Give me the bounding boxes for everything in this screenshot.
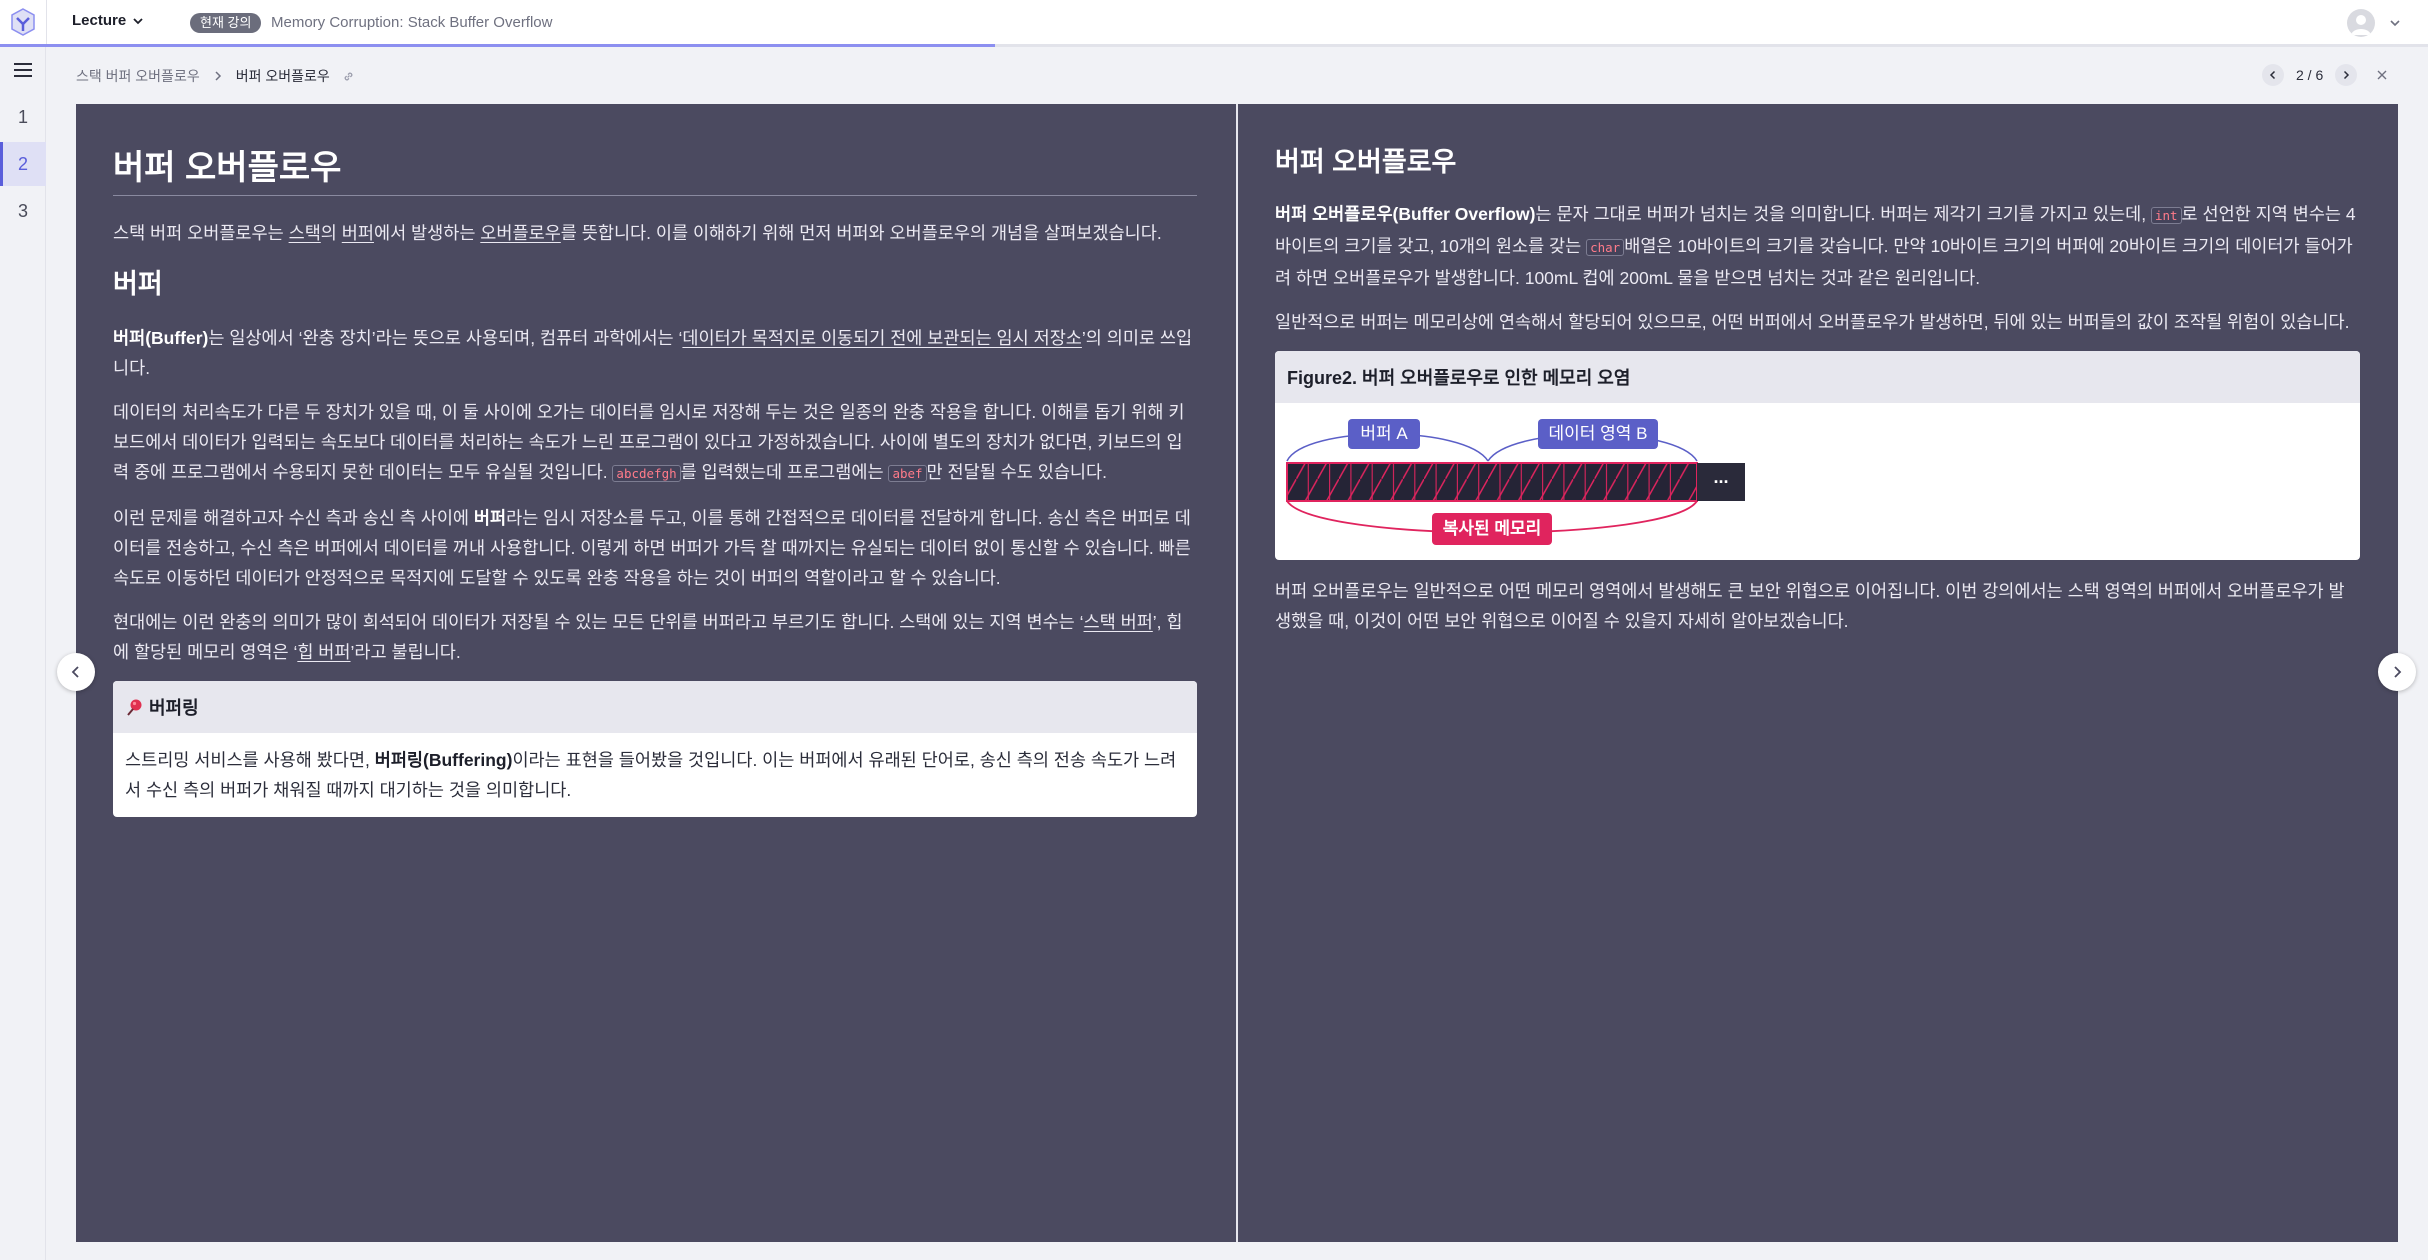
memory-cells — [1287, 463, 1697, 501]
slide-pager: 2 / 6 — [2262, 64, 2389, 86]
underlined-definition: 데이터가 목적지로 이동되기 전에 보관되는 임시 저장소 — [682, 328, 1082, 348]
rail-page-3[interactable]: 3 — [0, 189, 46, 233]
label-copied-memory: 복사된 메모리 — [1442, 519, 1542, 538]
slide-right-column: 버퍼 오버플로우 버퍼 오버플로우(Buffer Overflow)는 문자 그… — [1275, 140, 2360, 650]
text-run: 에서 발생하는 — [373, 223, 481, 243]
chevron-left-icon — [71, 666, 79, 678]
right-section-title: 버퍼 오버플로우 — [1275, 147, 1457, 177]
intro-paragraph: 스택 버퍼 오버플로우는 스택의 버퍼에서 발생하는 오버플로우를 뜻합니다. … — [113, 218, 1197, 248]
overflow-threat-paragraph: 버퍼 오버플로우는 일반적으로 어떤 메모리 영역에서 발생해도 큰 보안 위협… — [1275, 581, 2345, 631]
callout-header: 버퍼링 — [113, 681, 1197, 733]
page-indicator: 2 / 6 — [2296, 67, 2324, 83]
top-bar: Lecture 현재 강의 Memory Corruption: Stack B… — [0, 0, 2428, 47]
chevron-right-icon — [2394, 666, 2402, 678]
term-buffer: 버퍼 — [341, 223, 374, 243]
lecture-progress-fill — [0, 44, 996, 47]
section-title-buffer: 버퍼 — [113, 269, 163, 299]
buffer-role-paragraph: 이런 문제를 해결하고자 수신 측과 송신 측 사이에 버퍼라는 임시 저장소를… — [113, 503, 1197, 593]
prev-slide-button[interactable] — [57, 653, 95, 691]
breadcrumb-parent[interactable]: 스택 버퍼 오버플로우 — [76, 66, 200, 86]
text-run: 는 문자 그대로 버퍼가 넘치는 것을 의미합니다. 버퍼는 제각기 크기를 가… — [1535, 204, 2151, 224]
lecture-dropdown[interactable]: Lecture — [72, 12, 144, 29]
term-heap-buffer: 힙 버퍼 — [297, 642, 351, 662]
text-run: 이런 문제를 해결하고자 수신 측과 송신 측 사이에 — [113, 508, 474, 528]
bold-term: 버퍼 — [473, 508, 507, 528]
chevron-left-icon — [2269, 70, 2276, 80]
breadcrumb: 스택 버퍼 오버플로우 버퍼 오버플로우 — [76, 66, 355, 86]
figure-title: Figure2. 버퍼 오버플로우로 인한 메모리 오염 — [1275, 351, 2360, 403]
breadcrumb-current: 버퍼 오버플로우 — [235, 68, 330, 84]
rail-page-1[interactable]: 1 — [0, 95, 46, 139]
bold-term: 버퍼(Buffer) — [113, 328, 209, 348]
current-lecture-badge: 현재 강의 — [190, 13, 262, 33]
course-title: Memory Corruption: Stack Buffer Overflow — [271, 14, 553, 31]
text-run: 는 일상에서 ‘완충 장치’라는 뜻으로 사용되며, 컴퓨터 과학에서는 ‘ — [208, 328, 683, 348]
lecture-dropdown-label: Lecture — [72, 12, 127, 29]
buffer-modern-paragraph: 현대에는 이런 완충의 의미가 많이 희석되어 데이터가 저장될 수 있는 모든… — [113, 607, 1197, 667]
inline-code: char — [1586, 239, 1625, 256]
next-slide-button[interactable] — [2378, 653, 2416, 691]
text-run: ’라고 불립니다. — [350, 642, 461, 662]
overflow-definition-paragraph: 버퍼 오버플로우(Buffer Overflow)는 문자 그대로 버퍼가 넘치… — [1275, 199, 2360, 293]
prev-page-button[interactable] — [2262, 64, 2284, 86]
dreamhack-logo-icon[interactable] — [10, 7, 36, 37]
rail-page-2[interactable]: 2 — [0, 142, 46, 186]
topbar-divider — [46, 0, 47, 46]
buffer-definition-paragraph: 버퍼(Buffer)는 일상에서 ‘완충 장치’라는 뜻으로 사용되며, 컴퓨터… — [113, 323, 1197, 383]
chevron-down-icon[interactable] — [2389, 17, 2401, 29]
hamburger-menu-icon[interactable] — [13, 62, 33, 78]
bold-term: 버퍼링(Buffering) — [374, 750, 513, 770]
bold-term: 버퍼 오버플로우(Buffer Overflow) — [1275, 204, 1536, 224]
slide-column-divider — [1236, 104, 1238, 1242]
figure-body: 버퍼 A 데이터 영역 B 복사된 메모리 ··· — [1275, 403, 2360, 560]
link-icon[interactable] — [342, 70, 355, 83]
inline-code: abef — [888, 465, 927, 482]
chevron-down-icon — [133, 17, 143, 24]
chevron-right-icon — [215, 71, 221, 81]
term-stack-buffer: 스택 버퍼 — [1083, 612, 1153, 632]
lecture-slide: 버퍼 오버플로우 스택 버퍼 오버플로우는 스택의 버퍼에서 발생하는 오버플로… — [76, 104, 2398, 1242]
pin-icon — [127, 699, 142, 716]
slide-title: 버퍼 오버플로우 — [113, 140, 1197, 196]
buffering-callout: 버퍼링 스트리밍 서비스를 사용해 봤다면, 버퍼링(Buffering)이라는… — [113, 681, 1197, 817]
memory-ellipsis: ··· — [1713, 472, 1730, 492]
figure-memory-corruption: Figure2. 버퍼 오버플로우로 인한 메모리 오염 버퍼 A 데이터 영역… — [1275, 351, 2360, 560]
text-run: 만 전달될 수도 있습니다. — [926, 462, 1107, 482]
callout-body: 스트리밍 서비스를 사용해 봤다면, 버퍼링(Buffering)이라는 표현을… — [113, 733, 1197, 817]
slide-left-column: 버퍼 오버플로우 스택 버퍼 오버플로우는 스택의 버퍼에서 발생하는 오버플로… — [113, 140, 1197, 817]
inline-code: abcdefgh — [612, 465, 681, 482]
next-page-button[interactable] — [2335, 64, 2358, 86]
avatar[interactable] — [2347, 9, 2375, 37]
label-data-b: 데이터 영역 B — [1548, 424, 1648, 443]
label-buffer-a: 버퍼 A — [1360, 424, 1408, 443]
page-rail: 1 2 3 — [0, 47, 46, 1260]
lecture-progress-bar — [0, 44, 2428, 47]
text-run: 의 — [320, 223, 342, 243]
text-run: 현대에는 이런 완충의 의미가 많이 희석되어 데이터가 저장될 수 있는 모든… — [113, 612, 1084, 632]
user-avatar-icon — [2351, 15, 2371, 35]
close-icon[interactable] — [2375, 68, 2389, 82]
callout-title: 버퍼링 — [149, 698, 199, 718]
contiguous-buffer-paragraph: 일반적으로 버퍼는 메모리상에 연속해서 할당되어 있으므로, 어떤 버퍼에서 … — [1275, 312, 2350, 332]
chevron-right-icon — [2344, 70, 2350, 80]
term-stack: 스택 — [288, 223, 321, 243]
inline-code: int — [2150, 207, 2182, 224]
text-run: 를 뜻합니다. 이를 이해하기 위해 먼저 버퍼와 오버플로우의 개념을 살펴보… — [560, 223, 1162, 243]
text-run: 를 입력했는데 프로그램에는 — [680, 462, 889, 482]
term-overflow: 오버플로우 — [480, 223, 561, 243]
text-run: 스택 버퍼 오버플로우는 — [113, 223, 289, 243]
buffer-example-paragraph: 데이터의 처리속도가 다른 두 장치가 있을 때, 이 둘 사이에 오가는 데이… — [113, 397, 1197, 489]
text-run: 스트리밍 서비스를 사용해 봤다면, — [125, 750, 375, 770]
